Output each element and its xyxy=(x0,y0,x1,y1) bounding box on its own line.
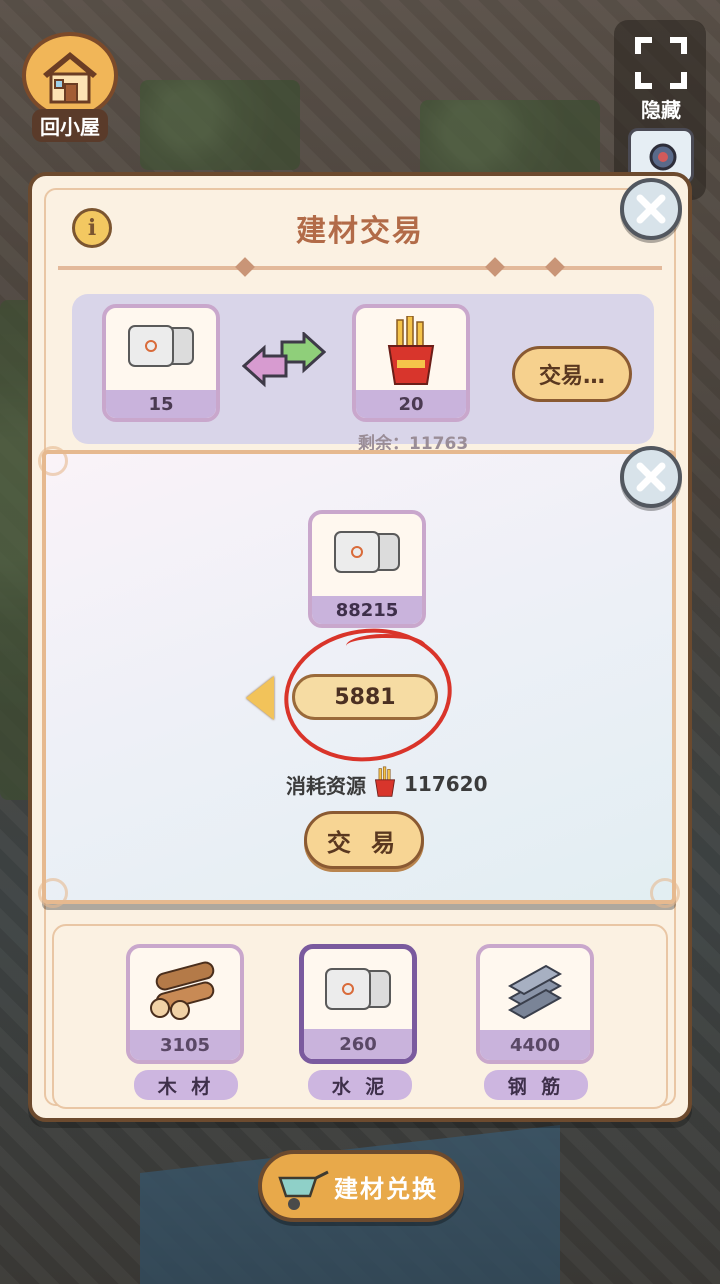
exchange-label: 建材兑换 xyxy=(334,1174,438,1203)
trade-button[interactable]: 交 易 xyxy=(304,811,424,869)
category-label[interactable]: 水 泥 xyxy=(308,1070,412,1100)
wheelbarrow-icon xyxy=(276,1162,332,1220)
steel-bars-icon xyxy=(480,958,590,1024)
home-button[interactable]: 回小屋 xyxy=(20,32,120,142)
cement-bags-icon xyxy=(312,522,422,586)
category-label[interactable]: 钢 筋 xyxy=(484,1070,588,1100)
annotation-stroke xyxy=(346,634,426,658)
home-label: 回小屋 xyxy=(32,109,108,142)
cement-bags-icon xyxy=(106,316,216,380)
category-steel[interactable]: 4400 xyxy=(476,944,594,1064)
close-icon xyxy=(636,194,666,224)
category-count: 4400 xyxy=(480,1030,590,1060)
hide-label: 隐藏 xyxy=(641,98,681,122)
category-cement[interactable]: 260 xyxy=(299,944,417,1064)
category-row: 3105 木 材 260 水 泥 4400 钢 筋 xyxy=(52,924,668,1109)
fullscreen-icon xyxy=(635,37,687,89)
hide-button[interactable]: 隐藏 xyxy=(626,36,696,126)
trade-quantity-popup: 88215 消耗资源 117620 交 易 xyxy=(38,446,680,908)
get-item-count: 20 xyxy=(356,390,466,418)
house-icon xyxy=(22,32,118,119)
popup-item-count: 88215 xyxy=(312,596,422,624)
popup-item-slot: 88215 xyxy=(308,510,426,628)
popup-close-button[interactable] xyxy=(620,446,682,508)
category-wood[interactable]: 3105 xyxy=(126,944,244,1064)
panel-title: 建材交易 xyxy=(296,214,424,249)
trade-confirm-small-button[interactable]: 交易… xyxy=(512,346,632,402)
cost-label: 消耗资源 xyxy=(286,773,366,798)
ornament xyxy=(38,878,68,908)
title-divider xyxy=(58,257,662,277)
decrease-arrow-icon[interactable] xyxy=(246,676,274,720)
panel-close-button[interactable] xyxy=(620,178,682,240)
cost-value: 117620 xyxy=(404,772,488,796)
give-item-count: 15 xyxy=(106,390,216,418)
close-icon xyxy=(636,462,666,492)
cement-bags-icon xyxy=(304,959,412,1023)
ornament xyxy=(38,446,68,476)
category-count: 260 xyxy=(304,1029,412,1059)
cost-row: 消耗资源 117620 xyxy=(286,766,488,802)
category-count: 3105 xyxy=(130,1030,240,1060)
category-label[interactable]: 木 材 xyxy=(134,1070,238,1100)
wood-logs-icon xyxy=(130,958,240,1024)
fries-icon xyxy=(356,316,466,386)
get-item-slot[interactable]: 20 xyxy=(352,304,470,422)
fries-icon xyxy=(372,765,398,803)
swap-arrows-icon xyxy=(241,330,327,392)
give-item-slot[interactable]: 15 xyxy=(102,304,220,422)
material-exchange-button[interactable]: 建材兑换 xyxy=(258,1150,464,1222)
ornament xyxy=(650,878,680,908)
